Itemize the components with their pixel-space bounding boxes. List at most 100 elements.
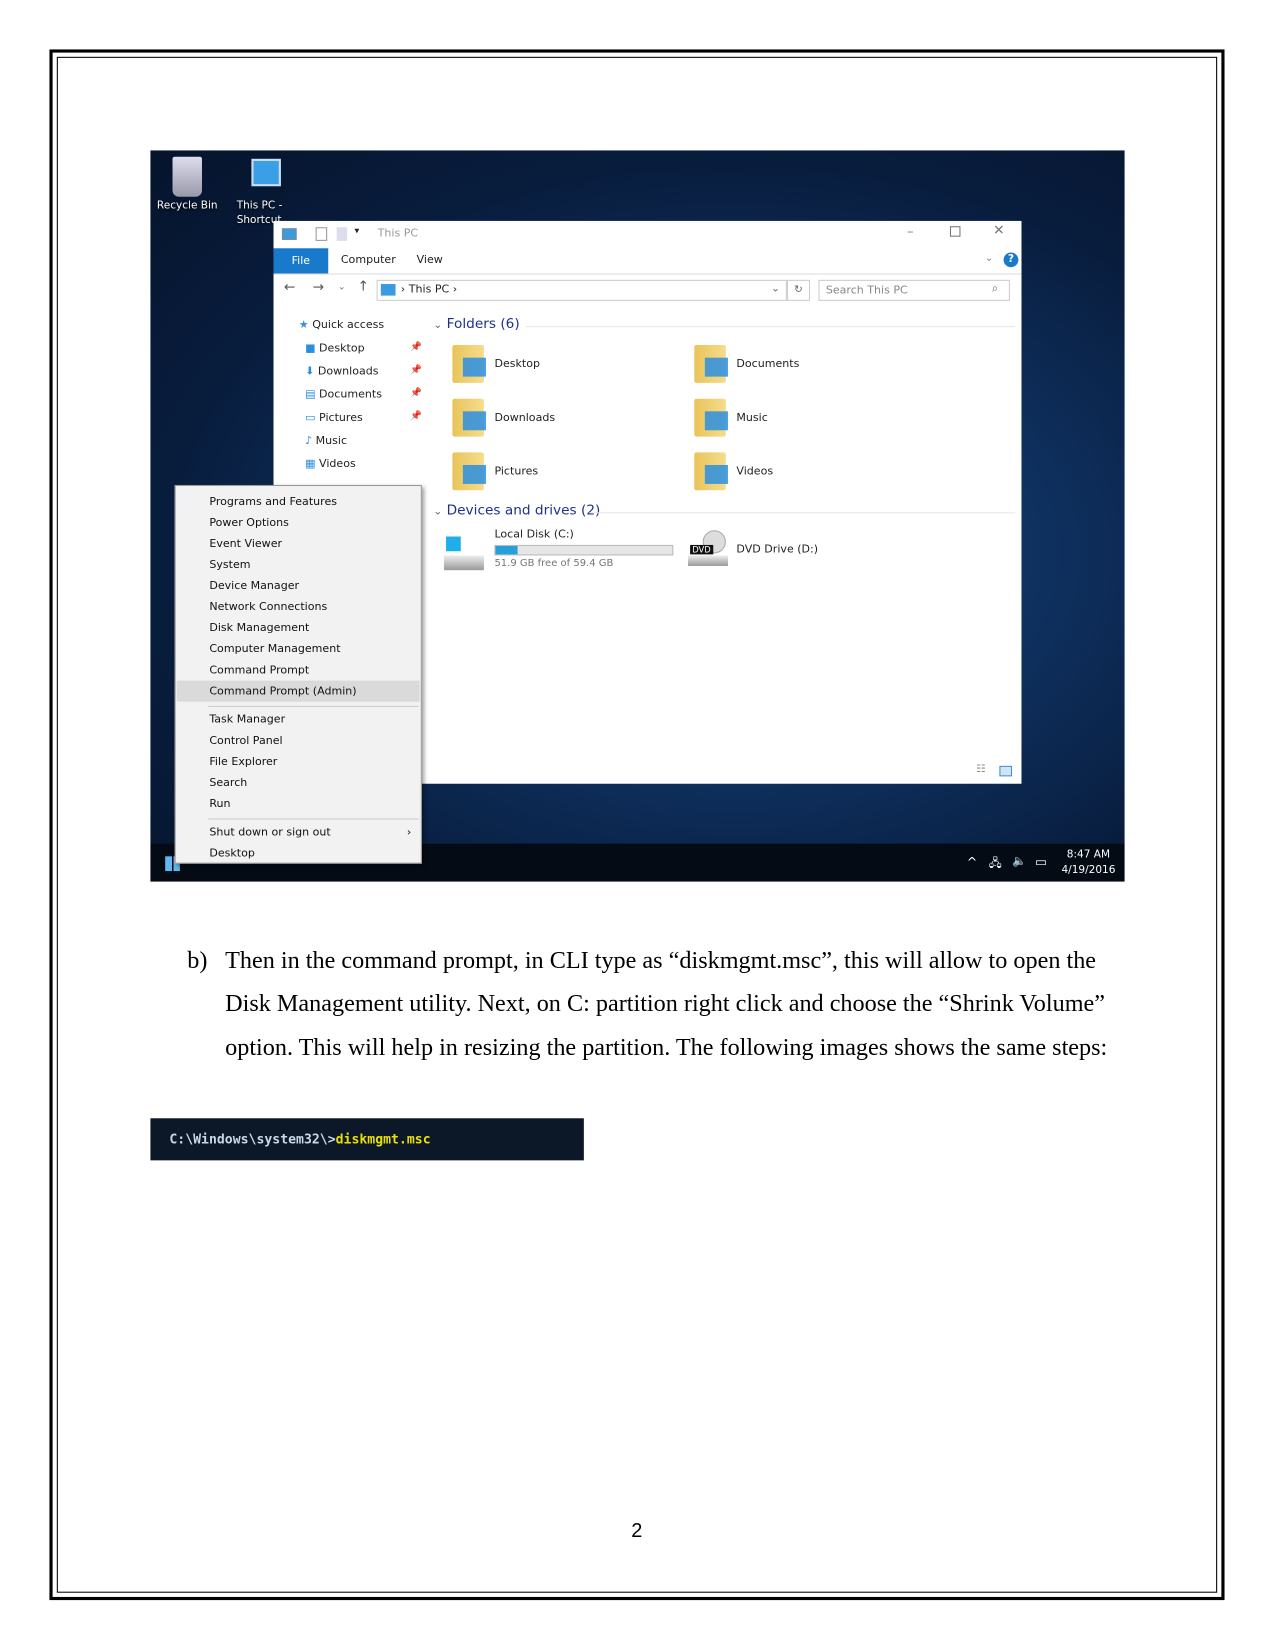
dvd-drive-name[interactable]: DVD Drive (D:) xyxy=(736,543,818,556)
maximize-button[interactable] xyxy=(949,226,961,237)
nav-item-documents[interactable]: ▤ Documents xyxy=(305,388,382,401)
tab-computer[interactable]: Computer xyxy=(341,254,396,267)
windows-screenshot: Recycle Bin This PC - Shortcut ▾ This PC… xyxy=(150,150,1125,882)
folder-documents[interactable]: Documents xyxy=(736,358,799,371)
refresh-button[interactable]: ↻ xyxy=(786,279,811,301)
menu-item-task-manager[interactable]: Task Manager xyxy=(177,709,420,730)
desktop-icon: ■ xyxy=(305,341,316,355)
documents-folder-icon xyxy=(694,345,728,383)
notifications-icon[interactable]: ▭ xyxy=(1035,854,1047,869)
nav-item-downloads[interactable]: ⬇ Downloads xyxy=(305,365,378,378)
nav-quick-access[interactable]: ★ Quick access xyxy=(299,319,384,332)
pictures-icon: ▭ xyxy=(305,411,316,424)
clock[interactable]: 8:47 AM 4/19/2016 xyxy=(1061,847,1115,879)
this-pc-icon xyxy=(281,228,297,240)
recent-locations-icon[interactable]: ⌄ xyxy=(338,282,346,293)
pin-icon[interactable]: 📌 xyxy=(410,411,422,422)
nav-item-desktop[interactable]: ■ Desktop xyxy=(305,342,365,355)
local-disk-free: 51.9 GB free of 59.4 GB xyxy=(494,557,614,570)
music-icon: ♪ xyxy=(305,434,313,448)
menu-item-desktop[interactable]: Desktop xyxy=(177,843,420,864)
pin-icon[interactable]: 📌 xyxy=(410,342,422,353)
recycle-bin-icon xyxy=(172,156,202,197)
volume-icon[interactable]: 🔈 xyxy=(1012,854,1026,868)
menu-item-network-connections[interactable]: Network Connections xyxy=(177,596,420,617)
up-button[interactable]: ↑ xyxy=(358,279,369,295)
cmd-prompt: C:\Windows\system32\> xyxy=(169,1130,336,1147)
search-icon: ⌕ xyxy=(992,282,998,295)
star-icon: ★ xyxy=(298,318,309,332)
local-disk-icon xyxy=(443,536,486,573)
list-label: b) xyxy=(187,946,208,974)
tab-view[interactable]: View xyxy=(417,254,443,267)
local-disk-name[interactable]: Local Disk (C:) xyxy=(494,528,573,541)
menu-item-run[interactable]: Run xyxy=(177,793,420,814)
chevron-right-icon: › xyxy=(406,825,412,839)
menu-item-control-panel[interactable]: Control Panel xyxy=(177,730,420,751)
folder-pictures[interactable]: Pictures xyxy=(494,465,538,478)
nav-item-music[interactable]: ♪ Music xyxy=(305,434,347,447)
menu-item-shut-down-or-sign-out[interactable]: Shut down or sign out › xyxy=(177,822,420,843)
quick-access-toolbar-dropdown-icon[interactable]: ▾ xyxy=(355,226,360,237)
desktop-icon-this-pc[interactable]: This PC - Shortcut xyxy=(237,157,302,229)
this-pc-icon xyxy=(380,284,396,296)
folder-desktop[interactable]: Desktop xyxy=(494,358,540,371)
dvd-drive-icon: DVD xyxy=(688,530,730,568)
back-button[interactable]: ← xyxy=(284,280,295,296)
properties-icon[interactable] xyxy=(315,227,328,241)
downloads-icon: ⬇ xyxy=(305,365,315,378)
videos-folder-icon xyxy=(694,452,728,491)
music-folder-icon xyxy=(694,398,728,437)
show-hidden-icons-icon[interactable]: ^ xyxy=(967,854,978,869)
address-dropdown-icon[interactable]: ⌄ xyxy=(771,283,780,295)
documents-icon: ▤ xyxy=(305,388,316,401)
menu-item-programs-and-features[interactable]: Programs and Features xyxy=(177,491,420,512)
videos-icon: ▦ xyxy=(305,457,316,471)
folder-downloads[interactable]: Downloads xyxy=(494,411,555,424)
pictures-folder-icon xyxy=(452,452,487,491)
disk-usage-bar xyxy=(494,544,674,556)
new-folder-icon[interactable] xyxy=(336,227,348,241)
large-icons-view-icon[interactable] xyxy=(999,765,1013,777)
paragraph-text: Then in the command prompt, in CLI type … xyxy=(225,946,1108,1060)
minimize-button[interactable]: – xyxy=(907,224,914,240)
menu-item-command-prompt[interactable]: Command Prompt xyxy=(177,660,420,681)
menu-item-event-viewer[interactable]: Event Viewer xyxy=(177,533,420,554)
menu-item-power-options[interactable]: Power Options xyxy=(177,512,420,533)
pin-icon[interactable]: 📌 xyxy=(410,365,422,376)
menu-item-file-explorer[interactable]: File Explorer xyxy=(177,751,420,772)
menu-item-command-prompt-admin[interactable]: Command Prompt (Admin) xyxy=(176,680,420,702)
menu-item-computer-management[interactable]: Computer Management xyxy=(177,639,420,660)
desktop-folder-icon xyxy=(452,345,487,383)
desktop-icon-recycle-bin[interactable]: Recycle Bin xyxy=(157,156,218,214)
nav-item-videos[interactable]: ▦ Videos xyxy=(305,458,356,471)
window-title: This PC xyxy=(377,227,419,240)
nav-item-pictures[interactable]: ▭ Pictures xyxy=(305,411,363,424)
folders-header: ⌄ Folders (6) xyxy=(433,316,520,333)
pin-icon[interactable]: 📌 xyxy=(410,388,422,399)
forward-button[interactable]: → xyxy=(312,280,323,296)
menu-item-disk-management[interactable]: Disk Management xyxy=(177,618,420,639)
command-line-screenshot: C:\Windows\system32\>diskmgmt.msc xyxy=(150,1118,584,1161)
folder-music[interactable]: Music xyxy=(736,411,767,424)
devices-header: ⌄ Devices and drives (2) xyxy=(433,502,601,519)
address-path: This PC xyxy=(408,282,450,296)
address-bar[interactable]: › This PC › ⌄ xyxy=(376,279,787,301)
details-view-icon[interactable]: ☷ xyxy=(976,764,985,776)
menu-item-system[interactable]: System xyxy=(177,554,420,575)
network-icon[interactable]: 🖧 xyxy=(989,854,1002,874)
document-page: Recycle Bin This PC - Shortcut ▾ This PC… xyxy=(0,0,1275,1650)
help-icon[interactable]: ? xyxy=(1003,252,1019,268)
winx-context-menu: Programs and Features Power Options Event … xyxy=(174,484,422,864)
downloads-folder-icon xyxy=(452,398,487,437)
cmd-command: diskmgmt.msc xyxy=(335,1130,431,1147)
tab-file[interactable]: File xyxy=(273,248,329,274)
page-number: 2 xyxy=(631,1520,643,1543)
menu-item-search[interactable]: Search xyxy=(177,772,420,793)
search-input[interactable]: Search This PC ⌕ xyxy=(818,279,1010,301)
computer-icon xyxy=(251,158,281,187)
folder-videos[interactable]: Videos xyxy=(736,465,773,478)
menu-item-device-manager[interactable]: Device Manager xyxy=(177,575,420,596)
expand-ribbon-icon[interactable]: ⌄ xyxy=(985,252,994,264)
close-button[interactable]: ✕ xyxy=(993,223,1004,239)
